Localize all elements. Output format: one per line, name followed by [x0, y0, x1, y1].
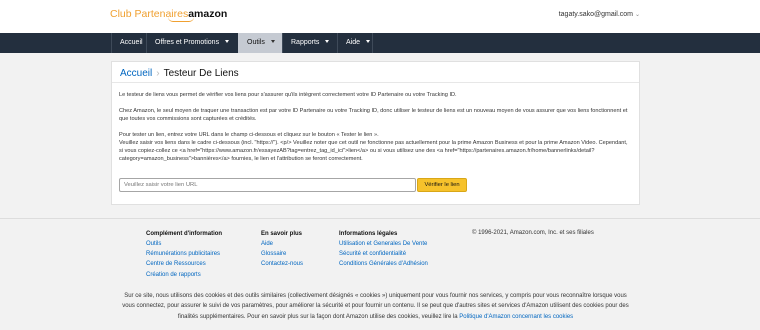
footer-divider: [0, 218, 760, 219]
footer-heading: En savoir plus: [261, 231, 303, 237]
top-bar: Club Partenairesamazon tagaty.sako@gmail…: [0, 0, 760, 33]
caret-down-icon: [366, 40, 371, 43]
nav-item-offres[interactable]: Offres et Promotions: [146, 33, 238, 53]
link-checker-card: Accueil › Testeur De Liens Le testeur de l…: [111, 61, 640, 205]
breadcrumb-separator: ›: [156, 68, 160, 79]
footer-col-learn: En savoir plus Aide Glossaire Contactez-…: [261, 229, 303, 270]
nav-item-label: Rapports: [291, 39, 320, 46]
main-nav: Accueil Offres et Promotions Outils Rapp…: [0, 33, 760, 53]
instructions-paragraph: Veuillez saisir vos liens dans le cadre …: [119, 140, 628, 162]
footer-heading: Informations légales: [339, 231, 398, 237]
footer-link-remunerations[interactable]: Rémunérations publicitaires: [146, 249, 222, 259]
intro-paragraph: Le testeur de liens vous permet de vérif…: [119, 92, 457, 98]
footer-link-rapports[interactable]: Création de rapports: [146, 270, 222, 280]
footer-link-cgv[interactable]: Utilisation et Generales De Vente: [339, 239, 428, 249]
footer-col-legal: Informations légales Utilisation et Gene…: [339, 229, 428, 270]
divider: [112, 82, 639, 83]
footer-link-securite[interactable]: Sécurité et confidentialité: [339, 249, 428, 259]
footer-link-contact[interactable]: Contactez-nous: [261, 259, 303, 269]
account-menu[interactable]: tagaty.sako@gmail.com ⌄: [559, 11, 640, 18]
footer-link-aide[interactable]: Aide: [261, 239, 303, 249]
nav-item-label: Offres et Promotions: [155, 39, 220, 46]
caret-down-icon: [225, 40, 230, 43]
logo-smile-icon: [168, 17, 194, 22]
cookie-notice: Sur ce site, nous utilisons des cookies …: [118, 291, 633, 322]
cookie-policy-link[interactable]: Politique d'Amazon concernant les cookie…: [459, 314, 573, 320]
footer-link-conditions[interactable]: Conditions Générales d'Adhésion: [339, 259, 428, 269]
nav-item-label: Accueil: [120, 39, 143, 46]
nav-item-rapports[interactable]: Rapports: [282, 33, 337, 53]
chevron-down-icon: ⌄: [634, 12, 640, 18]
caret-down-icon: [270, 40, 275, 43]
nav-item-aide[interactable]: Aide: [337, 33, 373, 53]
nav-item-accueil[interactable]: Accueil: [111, 33, 146, 53]
nav-item-label: Outils: [247, 39, 265, 46]
footer-link-outils[interactable]: Outils: [146, 239, 222, 249]
footer-link-ressources[interactable]: Centre de Ressources: [146, 259, 222, 269]
breadcrumb: Accueil › Testeur De Liens: [120, 68, 239, 79]
page-title: Testeur De Liens: [163, 68, 239, 79]
nav-item-outils[interactable]: Outils: [238, 33, 282, 53]
account-email: tagaty.sako@gmail.com: [558, 11, 634, 18]
breadcrumb-home-link[interactable]: Accueil: [120, 68, 152, 79]
footer-col-info: Complément d'information Outils Rémunéra…: [146, 229, 222, 280]
copyright: © 1996-2021, Amazon.com, Inc. et ses fil…: [472, 230, 594, 236]
logo-brand: amazon: [188, 8, 228, 20]
tracking-paragraph: Chez Amazon, le seul moyen de traquer un…: [119, 108, 628, 122]
footer-heading: Complément d'information: [146, 231, 223, 237]
caret-down-icon: [325, 40, 330, 43]
footer-link-glossaire[interactable]: Glossaire: [261, 249, 303, 259]
instructions-line: Pour tester un lien, entrez votre URL da…: [119, 132, 379, 138]
nav-item-label: Aide: [346, 39, 361, 46]
check-link-button[interactable]: Vérifier le lien: [417, 178, 467, 192]
url-input[interactable]: [119, 178, 416, 192]
